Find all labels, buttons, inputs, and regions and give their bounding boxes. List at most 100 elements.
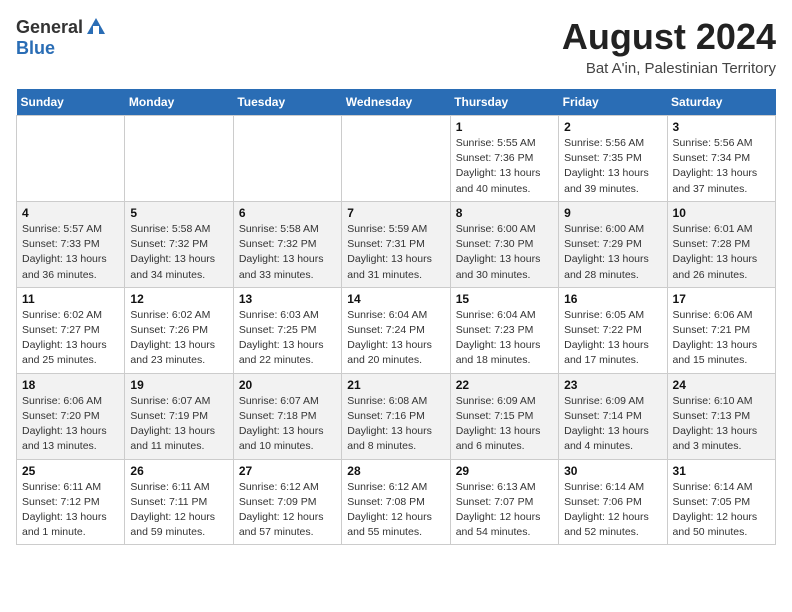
calendar-cell: 29Sunrise: 6:13 AMSunset: 7:07 PMDayligh… — [450, 459, 558, 545]
day-info: Sunrise: 6:01 AMSunset: 7:28 PMDaylight:… — [673, 222, 770, 283]
day-info: Sunrise: 6:07 AMSunset: 7:18 PMDaylight:… — [239, 394, 336, 455]
calendar-week-3: 11 Sunrise: 6:02 AMSunset: 7:27 PMDayligh… — [17, 287, 776, 373]
day-number: 12 — [130, 292, 227, 306]
day-info: Sunrise: 6:04 AMSunset: 7:23 PMDaylight:… — [456, 308, 553, 369]
day-number: 9 — [564, 206, 661, 220]
calendar-cell: 23 Sunrise: 6:09 AMSunset: 7:14 PMDayligh… — [559, 373, 667, 459]
day-info: Sunrise: 6:00 AMSunset: 7:30 PMDaylight:… — [456, 222, 553, 283]
day-number: 23 — [564, 378, 661, 392]
weekday-header-tuesday: Tuesday — [233, 89, 341, 116]
weekday-header-friday: Friday — [559, 89, 667, 116]
calendar-cell: 12Sunrise: 6:02 AMSunset: 7:26 PMDayligh… — [125, 287, 233, 373]
main-title: August 2024 — [562, 16, 776, 58]
day-number: 10 — [673, 206, 770, 220]
calendar-cell: 3Sunrise: 5:56 AMSunset: 7:34 PMDaylight… — [667, 116, 775, 202]
day-info: Sunrise: 6:06 AMSunset: 7:20 PMDaylight:… — [22, 394, 119, 455]
day-info: Sunrise: 5:56 AMSunset: 7:35 PMDaylight:… — [564, 136, 661, 197]
calendar-cell: 20 Sunrise: 6:07 AMSunset: 7:18 PMDayligh… — [233, 373, 341, 459]
day-info: Sunrise: 5:57 AMSunset: 7:33 PMDaylight:… — [22, 222, 119, 283]
day-info: Sunrise: 6:10 AMSunset: 7:13 PMDaylight:… — [673, 394, 770, 455]
calendar-cell — [342, 116, 450, 202]
weekday-header-wednesday: Wednesday — [342, 89, 450, 116]
calendar-cell: 4 Sunrise: 5:57 AMSunset: 7:33 PMDaylight… — [17, 201, 125, 287]
day-info: Sunrise: 6:00 AMSunset: 7:29 PMDaylight:… — [564, 222, 661, 283]
day-info: Sunrise: 6:14 AMSunset: 7:06 PMDaylight:… — [564, 480, 661, 541]
day-number: 14 — [347, 292, 444, 306]
calendar-cell: 7Sunrise: 5:59 AMSunset: 7:31 PMDaylight… — [342, 201, 450, 287]
weekday-header-sunday: Sunday — [17, 89, 125, 116]
day-number: 24 — [673, 378, 770, 392]
calendar-cell: 1 Sunrise: 5:55 AMSunset: 7:36 PMDaylight… — [450, 116, 558, 202]
day-info: Sunrise: 6:02 AMSunset: 7:27 PMDaylight:… — [22, 308, 119, 369]
day-info: Sunrise: 6:11 AMSunset: 7:12 PMDaylight:… — [22, 480, 119, 541]
calendar-cell: 16Sunrise: 6:05 AMSunset: 7:22 PMDayligh… — [559, 287, 667, 373]
day-number: 16 — [564, 292, 661, 306]
calendar-cell — [125, 116, 233, 202]
calendar-table: SundayMondayTuesdayWednesdayThursdayFrid… — [16, 89, 776, 545]
day-number: 3 — [673, 120, 770, 134]
day-number: 30 — [564, 464, 661, 478]
calendar-cell: 11 Sunrise: 6:02 AMSunset: 7:27 PMDayligh… — [17, 287, 125, 373]
day-number: 18 — [22, 378, 119, 392]
day-number: 6 — [239, 206, 336, 220]
calendar-cell: 14 Sunrise: 6:04 AMSunset: 7:24 PMDayligh… — [342, 287, 450, 373]
day-number: 8 — [456, 206, 553, 220]
day-info: Sunrise: 6:12 AMSunset: 7:09 PMDaylight:… — [239, 480, 336, 541]
day-info: Sunrise: 5:55 AMSunset: 7:36 PMDaylight:… — [456, 136, 553, 197]
logo-blue-text: Blue — [16, 38, 55, 59]
day-number: 1 — [456, 120, 553, 134]
day-info: Sunrise: 5:58 AMSunset: 7:32 PMDaylight:… — [239, 222, 336, 283]
day-number: 26 — [130, 464, 227, 478]
day-info: Sunrise: 6:08 AMSunset: 7:16 PMDaylight:… — [347, 394, 444, 455]
page-header: General Blue August 2024 Bat A'in, Pales… — [16, 16, 776, 77]
day-number: 17 — [673, 292, 770, 306]
weekday-header-saturday: Saturday — [667, 89, 775, 116]
day-info: Sunrise: 6:14 AMSunset: 7:05 PMDaylight:… — [673, 480, 770, 541]
day-number: 19 — [130, 378, 227, 392]
day-info: Sunrise: 6:04 AMSunset: 7:24 PMDaylight:… — [347, 308, 444, 369]
calendar-cell: 27 Sunrise: 6:12 AMSunset: 7:09 PMDayligh… — [233, 459, 341, 545]
day-number: 4 — [22, 206, 119, 220]
calendar-cell: 19 Sunrise: 6:07 AMSunset: 7:19 PMDayligh… — [125, 373, 233, 459]
calendar-week-1: 1 Sunrise: 5:55 AMSunset: 7:36 PMDaylight… — [17, 116, 776, 202]
logo-general-text: General — [16, 17, 83, 38]
day-info: Sunrise: 6:12 AMSunset: 7:08 PMDaylight:… — [347, 480, 444, 541]
day-number: 20 — [239, 378, 336, 392]
calendar-cell: 21 Sunrise: 6:08 AMSunset: 7:16 PMDayligh… — [342, 373, 450, 459]
calendar-header-row: SundayMondayTuesdayWednesdayThursdayFrid… — [17, 89, 776, 116]
logo-icon — [85, 16, 107, 38]
day-number: 13 — [239, 292, 336, 306]
calendar-cell: 8 Sunrise: 6:00 AMSunset: 7:30 PMDaylight… — [450, 201, 558, 287]
calendar-cell — [233, 116, 341, 202]
calendar-cell: 25 Sunrise: 6:11 AMSunset: 7:12 PMDayligh… — [17, 459, 125, 545]
calendar-cell: 13 Sunrise: 6:03 AMSunset: 7:25 PMDayligh… — [233, 287, 341, 373]
day-number: 21 — [347, 378, 444, 392]
title-block: August 2024 Bat A'in, Palestinian Territ… — [562, 16, 776, 77]
calendar-cell: 15Sunrise: 6:04 AMSunset: 7:23 PMDayligh… — [450, 287, 558, 373]
calendar-cell: 22 Sunrise: 6:09 AMSunset: 7:15 PMDayligh… — [450, 373, 558, 459]
day-info: Sunrise: 6:11 AMSunset: 7:11 PMDaylight:… — [130, 480, 227, 541]
day-info: Sunrise: 6:07 AMSunset: 7:19 PMDaylight:… — [130, 394, 227, 455]
calendar-week-2: 4 Sunrise: 5:57 AMSunset: 7:33 PMDaylight… — [17, 201, 776, 287]
calendar-cell: 2 Sunrise: 5:56 AMSunset: 7:35 PMDaylight… — [559, 116, 667, 202]
day-number: 11 — [22, 292, 119, 306]
day-info: Sunrise: 6:03 AMSunset: 7:25 PMDaylight:… — [239, 308, 336, 369]
day-number: 27 — [239, 464, 336, 478]
day-info: Sunrise: 5:58 AMSunset: 7:32 PMDaylight:… — [130, 222, 227, 283]
day-number: 25 — [22, 464, 119, 478]
day-number: 28 — [347, 464, 444, 478]
day-number: 2 — [564, 120, 661, 134]
day-number: 22 — [456, 378, 553, 392]
calendar-cell: 24 Sunrise: 6:10 AMSunset: 7:13 PMDayligh… — [667, 373, 775, 459]
day-info: Sunrise: 6:09 AMSunset: 7:15 PMDaylight:… — [456, 394, 553, 455]
day-info: Sunrise: 5:59 AMSunset: 7:31 PMDaylight:… — [347, 222, 444, 283]
subtitle: Bat A'in, Palestinian Territory — [562, 60, 776, 77]
day-number: 31 — [673, 464, 770, 478]
calendar-cell: 5 Sunrise: 5:58 AMSunset: 7:32 PMDaylight… — [125, 201, 233, 287]
calendar-cell: 10 Sunrise: 6:01 AMSunset: 7:28 PMDayligh… — [667, 201, 775, 287]
day-info: Sunrise: 6:09 AMSunset: 7:14 PMDaylight:… — [564, 394, 661, 455]
calendar-cell: 9 Sunrise: 6:00 AMSunset: 7:29 PMDaylight… — [559, 201, 667, 287]
calendar-week-5: 25 Sunrise: 6:11 AMSunset: 7:12 PMDayligh… — [17, 459, 776, 545]
calendar-cell: 26 Sunrise: 6:11 AMSunset: 7:11 PMDayligh… — [125, 459, 233, 545]
day-number: 5 — [130, 206, 227, 220]
